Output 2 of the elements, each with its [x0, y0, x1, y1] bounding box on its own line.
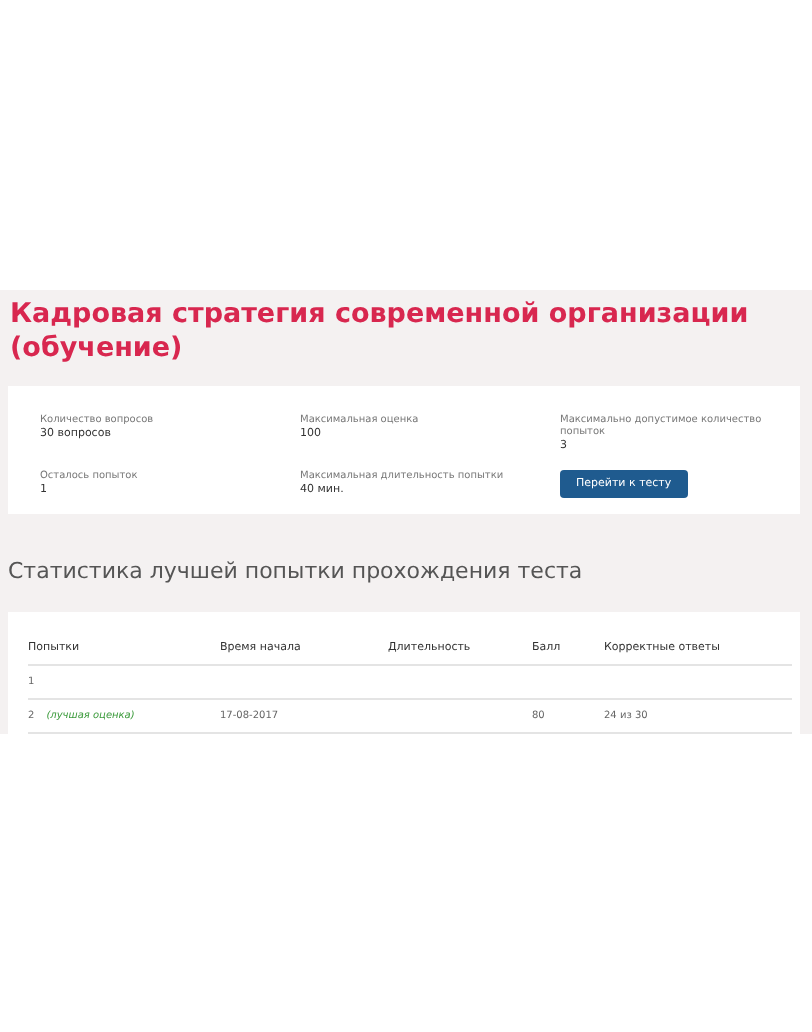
section-heading: Статистика лучшей попытки прохождения теста — [8, 558, 585, 584]
page-title: Кадровая стратегия современной организации (обучение) — [10, 298, 751, 366]
